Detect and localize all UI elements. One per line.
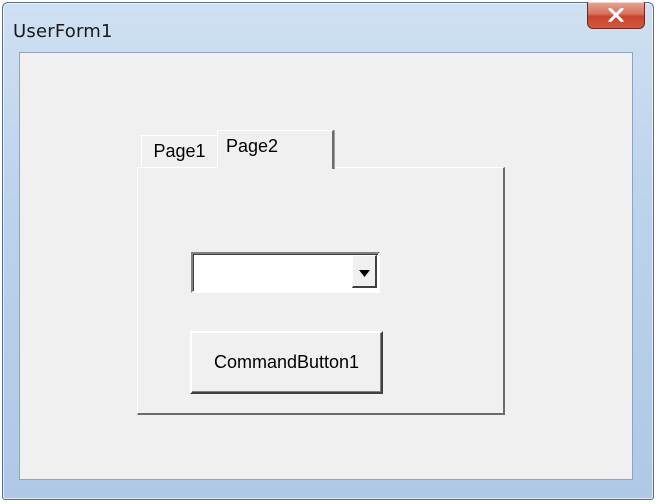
dropdown-arrow-icon — [358, 262, 370, 281]
combobox[interactable] — [191, 252, 380, 293]
userform-window: UserForm1 Page1 Page2 CommandButton1 — [2, 2, 654, 500]
command-button[interactable]: CommandButton1 — [190, 331, 383, 394]
tab-strip: Page1 Page2 — [137, 130, 505, 169]
title-bar[interactable]: UserForm1 — [3, 2, 653, 59]
close-icon — [608, 8, 624, 22]
page2-panel: CommandButton1 — [137, 167, 505, 415]
close-button[interactable] — [587, 2, 645, 29]
multipage-control: Page1 Page2 CommandButton1 — [137, 130, 505, 415]
tab-page2[interactable]: Page2 — [217, 130, 334, 169]
combobox-dropdown-button[interactable] — [352, 255, 377, 288]
window-title: UserForm1 — [13, 21, 113, 42]
userform-client-area: Page1 Page2 CommandButton1 — [19, 52, 633, 480]
tab-page1[interactable]: Page1 — [141, 135, 217, 167]
